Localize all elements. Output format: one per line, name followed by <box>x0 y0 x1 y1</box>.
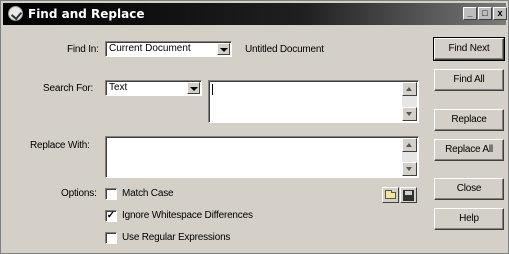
replace-all-button[interactable]: Replace All <box>434 139 504 161</box>
regex-label[interactable]: Use Regular Expressions <box>122 232 230 243</box>
replace-with-label: Replace With: <box>30 140 90 151</box>
scroll-down-icon[interactable] <box>402 162 417 176</box>
search-scrollbar[interactable] <box>402 82 417 121</box>
close-button[interactable]: Close <box>434 178 504 200</box>
replace-scrollbar[interactable] <box>402 138 417 176</box>
options-label: Options: <box>61 188 97 199</box>
search-type-select[interactable]: Text <box>105 80 202 96</box>
maximize-button[interactable]: □ <box>478 7 492 20</box>
chevron-down-icon[interactable] <box>217 43 230 55</box>
text-caret <box>212 84 213 95</box>
regex-checkbox[interactable] <box>105 232 117 244</box>
help-button[interactable]: Help <box>434 208 504 230</box>
scroll-down-icon[interactable] <box>402 107 417 121</box>
open-query-button[interactable] <box>382 187 399 203</box>
minimize-button[interactable]: _ <box>463 7 477 20</box>
match-case-checkbox[interactable] <box>105 188 117 200</box>
search-type-selected: Text <box>109 82 128 93</box>
find-all-button[interactable]: Find All <box>434 69 504 91</box>
scroll-up-icon[interactable] <box>402 82 417 96</box>
folder-icon <box>385 190 396 199</box>
match-case-label[interactable]: Match Case <box>122 188 174 199</box>
replace-button[interactable]: Replace <box>434 109 504 131</box>
find-in-selected: Current Document <box>109 43 191 54</box>
find-replace-dialog: Find and Replace _ □ x Find In: Current … <box>0 0 509 254</box>
window-title: Find and Replace <box>28 7 145 21</box>
chevron-down-icon[interactable] <box>187 82 200 94</box>
find-in-label: Find In: <box>67 44 99 55</box>
ignore-whitespace-checkbox[interactable] <box>105 210 117 222</box>
document-name: Untitled Document <box>245 44 324 55</box>
find-next-button[interactable]: Find Next <box>433 37 505 61</box>
search-text-input[interactable] <box>208 80 419 123</box>
save-query-button[interactable] <box>400 187 417 203</box>
ignore-whitespace-label[interactable]: Ignore Whitespace Differences <box>122 210 253 221</box>
title-bar[interactable]: Find and Replace _ □ x <box>3 3 507 25</box>
close-window-button[interactable]: x <box>493 7 507 20</box>
app-icon <box>8 6 23 21</box>
replace-text-input[interactable] <box>105 136 419 178</box>
search-for-label: Search For: <box>43 83 94 94</box>
scroll-up-icon[interactable] <box>402 138 417 152</box>
find-in-select[interactable]: Current Document <box>105 41 232 57</box>
disk-icon <box>403 190 414 201</box>
